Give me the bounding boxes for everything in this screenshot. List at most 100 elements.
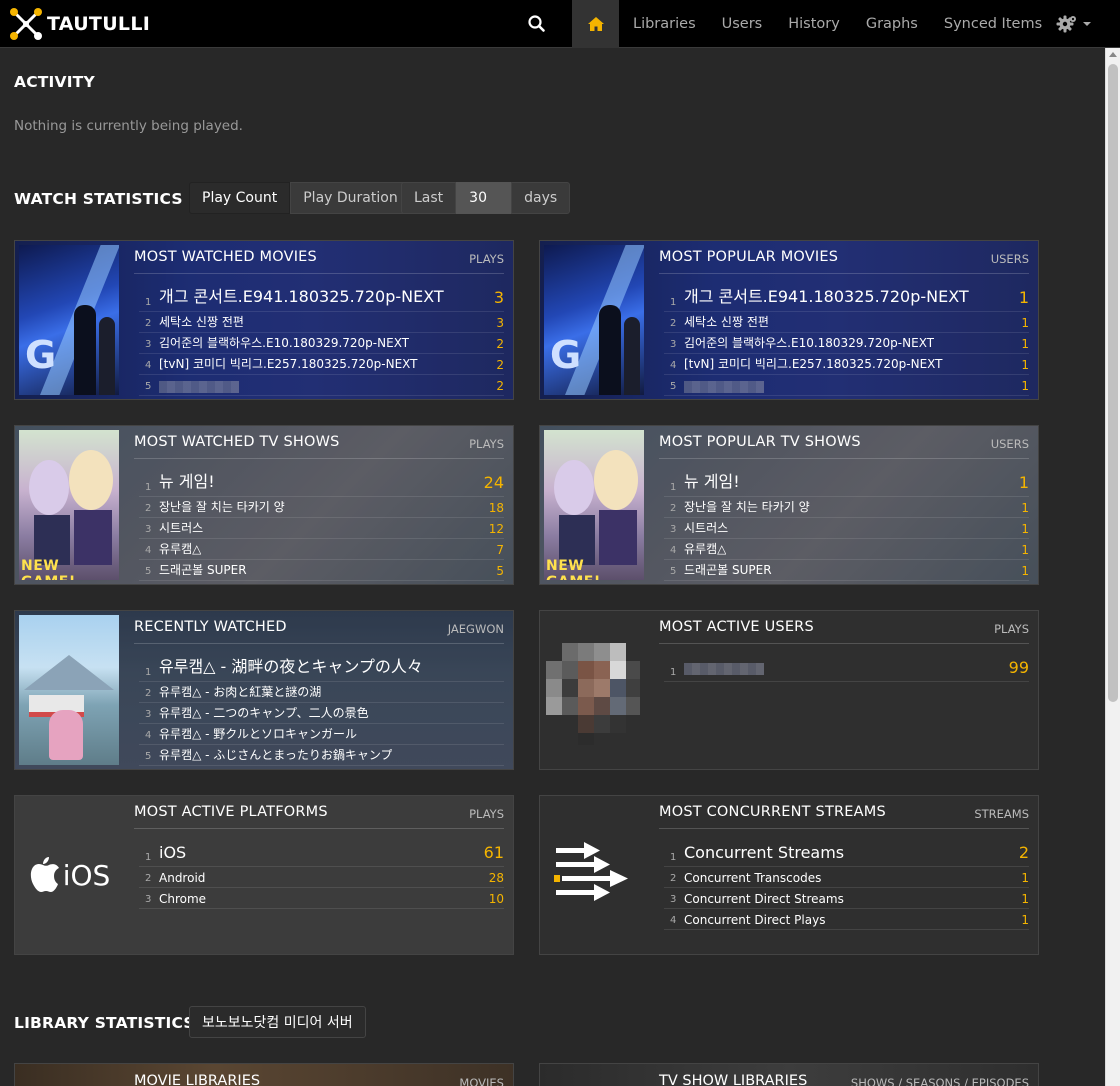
card-most-active-users[interactable]: MOST ACTIVE USERS PLAYS 1 99 bbox=[539, 610, 1039, 770]
card-most-concurrent-streams[interactable]: MOST CONCURRENT STREAMS STREAMS 1 Concurr… bbox=[539, 795, 1039, 955]
list-item[interactable]: 2 Android 28 bbox=[139, 867, 504, 888]
list-item[interactable]: 3 유루캠△ - 二つのキャンプ、二人の景色 bbox=[139, 703, 504, 724]
list-item[interactable]: 2 세탁소 신짱 전편 3 bbox=[139, 312, 504, 333]
list-item[interactable]: 5 유루캠△ - ふじさんとまったりお鍋キャンプ bbox=[139, 745, 504, 766]
card-most-active-platforms[interactable]: iOS MOST ACTIVE PLATFORMS PLAYS 1 iOS 61 2… bbox=[14, 795, 514, 955]
list-item[interactable]: 52 bbox=[139, 375, 504, 396]
card-header: MOST ACTIVE PLATFORMS PLAYS bbox=[134, 804, 504, 829]
list-item[interactable]: 4 유루캠△ - 野クルとソロキャンガール bbox=[139, 724, 504, 745]
card-most-popular-tv-shows[interactable]: NEW GAME! MOST POPULAR TV SHOWS USERS 1뉴… bbox=[539, 425, 1039, 585]
item-title[interactable]: 세탁소 신짱 전편 bbox=[684, 313, 769, 330]
list-item[interactable]: 1 유루캠△ - 湖畔の夜とキャンプの人々 bbox=[139, 648, 504, 682]
card-most-watched-movies[interactable]: G MOST WATCHED MOVIES PLAYS 1 개그 콘서트.E941… bbox=[14, 240, 514, 400]
item-title[interactable]: 유루캠△ - お肉と紅葉と謎の湖 bbox=[159, 683, 321, 700]
server-select-button[interactable]: 보노보노닷컴 미디어 서버 bbox=[189, 1006, 366, 1038]
nav-synced-items[interactable]: Synced Items bbox=[931, 0, 1055, 48]
list-item[interactable]: 5 드래곤볼 SUPER 1 bbox=[664, 560, 1029, 581]
list-item[interactable]: 3 시트러스 1 bbox=[664, 518, 1029, 539]
item-title[interactable]: 드래곤볼 SUPER bbox=[684, 561, 772, 578]
list-item[interactable]: 2 장난을 잘 치는 타카기 양 18 bbox=[139, 497, 504, 518]
list-item[interactable]: 1 뉴 게임! 1 bbox=[664, 463, 1029, 497]
list-item[interactable]: 2 Concurrent Transcodes 1 bbox=[664, 867, 1029, 888]
item-title[interactable]: 김어준의 블랙하우스.E10.180329.720p-NEXT bbox=[684, 334, 934, 351]
item-title[interactable]: 유루캠△ - 二つのキャンプ、二人の景色 bbox=[159, 704, 369, 721]
scroll-up-arrow-icon[interactable] bbox=[1109, 52, 1117, 57]
item-title[interactable]: 뉴 게임! bbox=[684, 468, 740, 492]
item-title[interactable]: 장난을 잘 치는 타카기 양 bbox=[159, 498, 285, 515]
card-recently-watched[interactable]: RECENTLY WATCHED JAEGWON 1 유루캠△ - 湖畔の夜とキャ… bbox=[14, 610, 514, 770]
list-item[interactable]: 1 뉴 게임! 24 bbox=[139, 463, 504, 497]
list-item[interactable]: 3 시트러스 12 bbox=[139, 518, 504, 539]
nav-graphs[interactable]: Graphs bbox=[853, 0, 931, 48]
list-item[interactable]: 1 99 bbox=[664, 648, 1029, 682]
movie-poster[interactable]: G bbox=[19, 245, 119, 395]
brand[interactable]: TAUTULLI bbox=[8, 6, 150, 42]
item-title[interactable]: 유루캠△ bbox=[684, 540, 726, 557]
nav-users[interactable]: Users bbox=[709, 0, 776, 48]
item-title[interactable]: 개그 콘서트.E941.180325.720p-NEXT bbox=[159, 283, 444, 307]
list-item[interactable]: 1 Concurrent Streams 2 bbox=[664, 833, 1029, 867]
item-title[interactable]: 시트러스 bbox=[684, 519, 728, 536]
list-item[interactable]: 1 개그 콘서트.E941.180325.720p-NEXT 1 bbox=[664, 278, 1029, 312]
card-most-popular-movies[interactable]: G MOST POPULAR MOVIES USERS 1 개그 콘서트.E941… bbox=[539, 240, 1039, 400]
list-item[interactable]: 1 개그 콘서트.E941.180325.720p-NEXT 3 bbox=[139, 278, 504, 312]
list-item[interactable]: 2 장난을 잘 치는 타카기 양 1 bbox=[664, 497, 1029, 518]
tv-poster[interactable] bbox=[19, 615, 119, 765]
list-item[interactable]: 4 [tvN] 코미디 빅리그.E257.180325.720p-NEXT 2 bbox=[139, 354, 504, 375]
item-title[interactable]: 유루캠△ - 湖畔の夜とキャンプの人々 bbox=[159, 653, 423, 677]
item-title[interactable]: 개그 콘서트.E941.180325.720p-NEXT bbox=[684, 283, 969, 307]
item-title[interactable]: 김어준의 블랙하우스.E10.180329.720p-NEXT bbox=[159, 334, 409, 351]
list-item[interactable]: 51 bbox=[664, 375, 1029, 396]
list-item[interactable]: 3 Concurrent Direct Streams 1 bbox=[664, 888, 1029, 909]
item-title[interactable]: 장난을 잘 치는 타카기 양 bbox=[684, 498, 810, 515]
nav-history[interactable]: History bbox=[775, 0, 853, 48]
tv-poster[interactable]: NEW GAME! bbox=[544, 430, 644, 580]
movie-poster[interactable]: G bbox=[544, 245, 644, 395]
list-item[interactable]: 3 Chrome 10 bbox=[139, 888, 504, 909]
item-title-blurred[interactable] bbox=[159, 379, 239, 393]
play-duration-button[interactable]: Play Duration bbox=[290, 182, 411, 214]
blurred-text bbox=[684, 662, 764, 675]
list-item[interactable]: 4 [tvN] 코미디 빅리그.E257.180325.720p-NEXT 1 bbox=[664, 354, 1029, 375]
item-title[interactable]: Android bbox=[159, 871, 205, 885]
card-movie-libraries[interactable]: MOVIE LIBRARIES MOVIES bbox=[14, 1063, 514, 1086]
list-item[interactable]: 1 iOS 61 bbox=[139, 833, 504, 867]
item-title[interactable]: iOS bbox=[159, 843, 186, 862]
list-item[interactable]: 3 김어준의 블랙하우스.E10.180329.720p-NEXT 1 bbox=[664, 333, 1029, 354]
item-title[interactable]: 세탁소 신짱 전편 bbox=[159, 313, 244, 330]
nav-libraries[interactable]: Libraries bbox=[620, 0, 709, 48]
list-item[interactable]: 4 유루캠△ 1 bbox=[664, 539, 1029, 560]
user-avatar[interactable] bbox=[544, 615, 644, 765]
item-title[interactable]: 시트러스 bbox=[159, 519, 203, 536]
item-title[interactable]: 유루캠△ - ふじさんとまったりお鍋キャンプ bbox=[159, 746, 392, 763]
item-title[interactable]: 유루캠△ bbox=[159, 540, 201, 557]
rank: 3 bbox=[145, 339, 152, 350]
platform-logo[interactable]: iOS bbox=[19, 800, 119, 950]
card-tv-show-libraries[interactable]: TV SHOW LIBRARIES SHOWS / SEASONS / EPIS… bbox=[539, 1063, 1039, 1086]
tv-poster[interactable]: NEW GAME! bbox=[19, 430, 119, 580]
settings-menu[interactable] bbox=[1056, 12, 1096, 36]
item-title[interactable]: 드래곤볼 SUPER bbox=[159, 561, 247, 578]
card-most-watched-tv-shows[interactable]: NEW GAME! MOST WATCHED TV SHOWS PLAYS 1뉴… bbox=[14, 425, 514, 585]
item-count: 1 bbox=[1021, 358, 1029, 372]
item-title-blurred[interactable] bbox=[684, 379, 764, 393]
list-item[interactable]: 5 드래곤볼 SUPER 5 bbox=[139, 560, 504, 581]
list-item[interactable]: 2 유루캠△ - お肉と紅葉と謎の湖 bbox=[139, 682, 504, 703]
play-count-button[interactable]: Play Count bbox=[189, 182, 291, 214]
list-item[interactable]: 3 김어준의 블랙하우스.E10.180329.720p-NEXT 2 bbox=[139, 333, 504, 354]
list-item[interactable]: 4 Concurrent Direct Plays 1 bbox=[664, 909, 1029, 930]
item-title[interactable]: Chrome bbox=[159, 892, 206, 906]
search-icon[interactable] bbox=[525, 12, 549, 36]
list-item[interactable]: 2 세탁소 신짱 전편 1 bbox=[664, 312, 1029, 333]
item-title[interactable]: 유루캠△ - 野クルとソロキャンガール bbox=[159, 725, 357, 742]
days-input[interactable]: 30 bbox=[456, 182, 512, 214]
item-title[interactable]: [tvN] 코미디 빅리그.E257.180325.720p-NEXT bbox=[684, 355, 943, 372]
item-title[interactable]: [tvN] 코미디 빅리그.E257.180325.720p-NEXT bbox=[159, 355, 418, 372]
page-scrollbar[interactable] bbox=[1105, 48, 1120, 1086]
scroll-thumb[interactable] bbox=[1108, 64, 1118, 702]
user-name-blurred[interactable] bbox=[684, 658, 764, 677]
item-count: 12 bbox=[488, 522, 504, 536]
list-item[interactable]: 4 유루캠△ 7 bbox=[139, 539, 504, 560]
nav-home[interactable] bbox=[572, 0, 619, 48]
item-title[interactable]: 뉴 게임! bbox=[159, 468, 215, 492]
